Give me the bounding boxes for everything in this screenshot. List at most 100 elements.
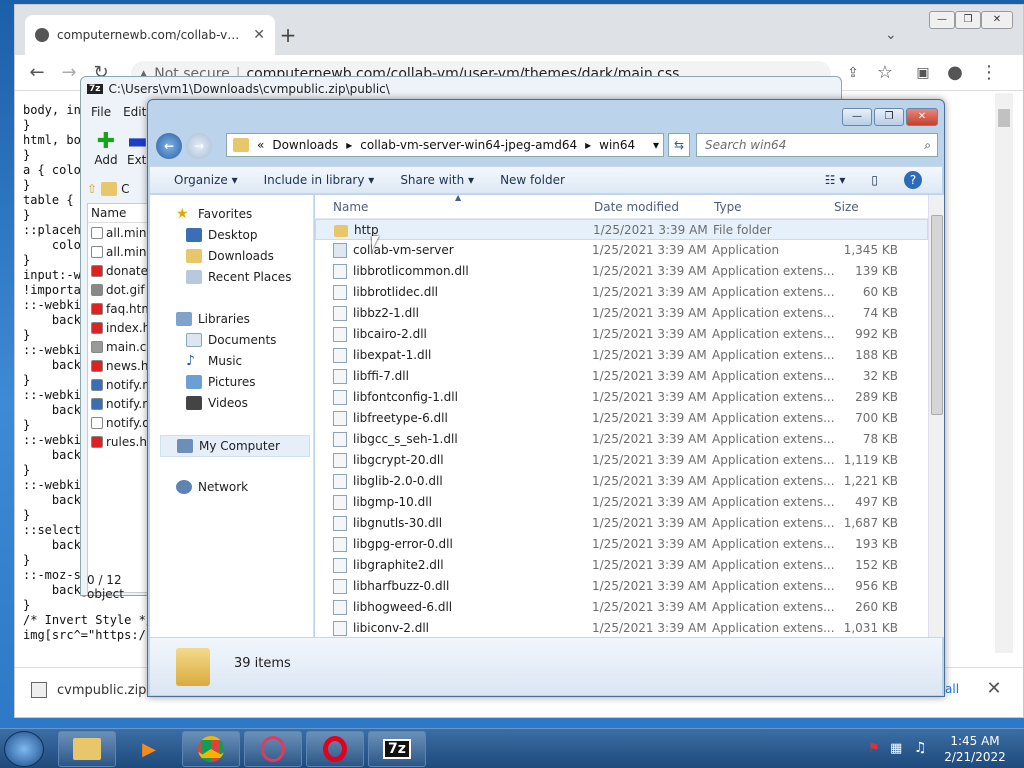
address-breadcrumb[interactable]: « Downloads ▸ collab-vm-server-win64-jpe… xyxy=(226,133,664,157)
nav-my-computer[interactable]: My Computer xyxy=(160,435,310,457)
column-header-type[interactable]: Type xyxy=(714,200,742,214)
nav-pictures[interactable]: Pictures xyxy=(186,375,256,389)
file-row[interactable]: http 1/25/2021 3:39 AM File folder xyxy=(315,219,928,240)
file-row[interactable]: libharfbuzz-0.dll 1/25/2021 3:39 AM Applic… xyxy=(315,576,928,597)
sevenzip-file-row[interactable]: all.min. xyxy=(88,223,156,242)
menu-kebab-icon[interactable]: ⋮ xyxy=(979,63,999,83)
nav-videos[interactable]: Videos xyxy=(186,396,248,410)
view-options-icon[interactable]: ☷ ▾ xyxy=(825,173,846,187)
column-header-name[interactable]: Name xyxy=(333,200,368,214)
back-arrow-icon[interactable]: ← xyxy=(27,63,47,83)
chrome-icon[interactable] xyxy=(182,731,240,767)
file-row[interactable]: libbrotlidec.dll 1/25/2021 3:39 AM Applica… xyxy=(315,282,928,303)
new-folder-button[interactable]: New folder xyxy=(500,173,565,187)
sevenzip-file-row[interactable]: rules.ht xyxy=(88,432,156,451)
file-row[interactable]: libgcrypt-20.dll 1/25/2021 3:39 AM Applica… xyxy=(315,450,928,471)
file-row[interactable]: libgraphite2.dll 1/25/2021 3:39 AM Applica… xyxy=(315,555,928,576)
nav-libraries[interactable]: Libraries xyxy=(176,312,250,326)
file-row[interactable]: libhogweed-6.dll 1/25/2021 3:39 AM Applica… xyxy=(315,597,928,618)
profile-avatar-icon[interactable]: ● xyxy=(945,63,965,83)
sevenzip-file-row[interactable]: notify.n xyxy=(88,375,156,394)
nav-network[interactable]: Network xyxy=(176,480,248,494)
new-tab-button[interactable]: + xyxy=(277,25,299,47)
share-icon[interactable]: ⇪ xyxy=(843,63,863,83)
sevenzip-file-row[interactable]: news.ht xyxy=(88,356,156,375)
show-all-link[interactable]: all xyxy=(945,682,973,696)
forward-arrow-icon[interactable]: → xyxy=(59,63,79,83)
breadcrumb-separator-icon[interactable]: ▸ xyxy=(346,138,352,152)
file-row[interactable]: libgpg-error-0.dll 1/25/2021 3:39 AM Appli… xyxy=(315,534,928,555)
file-row[interactable]: libiconv-2.dll 1/25/2021 3:39 AM Applicati… xyxy=(315,618,928,637)
column-header-size[interactable]: Size xyxy=(834,200,859,214)
nav-recent-places[interactable]: Recent Places xyxy=(186,270,291,284)
sevenzip-file-row[interactable]: index.ht xyxy=(88,318,156,337)
sevenzip-file-row[interactable]: faq.htm xyxy=(88,299,156,318)
side-panel-icon[interactable]: ▣ xyxy=(913,63,933,83)
refresh-button[interactable]: ⇆ xyxy=(668,133,690,157)
tab-close-icon[interactable]: ✕ xyxy=(253,27,265,43)
7zip-icon[interactable]: 7z xyxy=(368,731,426,767)
file-row[interactable]: libbrotlicommon.dll 1/25/2021 3:39 AM Appl… xyxy=(315,261,928,282)
chrome-minimize-button[interactable]: — xyxy=(929,11,955,29)
menu-file[interactable]: File xyxy=(91,105,111,125)
explorer-maximize-button[interactable]: ❐ xyxy=(874,108,904,126)
file-row[interactable]: libglib-2.0-0.dll 1/25/2021 3:39 AM Applic… xyxy=(315,471,928,492)
chrome-maximize-button[interactable]: ❐ xyxy=(955,11,981,29)
explorer-icon[interactable] xyxy=(58,731,116,767)
help-icon[interactable]: ? xyxy=(904,171,922,189)
column-header-date[interactable]: Date modified xyxy=(594,200,679,214)
bookmark-star-icon[interactable]: ☆ xyxy=(875,63,895,83)
scrollbar-thumb[interactable] xyxy=(931,215,943,415)
nav-documents[interactable]: Documents xyxy=(186,333,276,347)
scrollbar-thumb[interactable] xyxy=(998,109,1010,127)
page-scrollbar[interactable] xyxy=(995,93,1013,653)
volume-icon[interactable]: ♫ xyxy=(914,740,927,756)
share-with-menu[interactable]: Share with ▾ xyxy=(400,173,474,187)
action-center-flag-icon[interactable]: ⚑ xyxy=(868,741,880,756)
sevenzip-file-row[interactable]: dot.gif xyxy=(88,280,156,299)
forward-button[interactable]: → xyxy=(186,133,212,159)
breadcrumb-separator-icon[interactable]: ▸ xyxy=(585,138,591,152)
sevenzip-file-row[interactable]: notify.o xyxy=(88,413,156,432)
file-row[interactable]: libffi-7.dll 1/25/2021 3:39 AM Application… xyxy=(315,366,928,387)
file-row[interactable]: libfreetype-6.dll 1/25/2021 3:39 AM Applic… xyxy=(315,408,928,429)
clock[interactable]: 1:45 AM 2/21/2022 xyxy=(940,733,1010,765)
nav-downloads[interactable]: Downloads xyxy=(186,249,274,263)
add-button[interactable]: ✚ Add xyxy=(91,131,121,168)
opera-gx-icon[interactable] xyxy=(244,731,302,767)
sevenzip-file-row[interactable]: main.cs xyxy=(88,337,156,356)
opera-icon[interactable] xyxy=(306,731,364,767)
preview-pane-icon[interactable]: ▯ xyxy=(871,173,878,187)
up-folder-icon[interactable]: ⇧ xyxy=(87,182,97,196)
dropdown-arrow-icon[interactable]: ▾ xyxy=(653,138,663,152)
explorer-minimize-button[interactable]: — xyxy=(842,108,872,126)
chrome-close-button[interactable]: ✕ xyxy=(981,11,1013,29)
menu-edit[interactable]: Edit xyxy=(123,105,146,125)
file-row[interactable]: libexpat-1.dll 1/25/2021 3:39 AM Applicati… xyxy=(315,345,928,366)
breadcrumb-collab[interactable]: collab-vm-server-win64-jpeg-amd64 xyxy=(360,138,577,152)
media-player-icon[interactable]: ▶ xyxy=(120,731,178,767)
file-row[interactable]: libgcc_s_seh-1.dll 1/25/2021 3:39 AM Appli… xyxy=(315,429,928,450)
nav-music[interactable]: ♪ Music xyxy=(186,354,242,368)
search-input[interactable]: Search win64 ⌕ xyxy=(696,133,938,157)
network-tray-icon[interactable]: ▦ xyxy=(890,741,902,756)
file-row[interactable]: libbz2-1.dll 1/25/2021 3:39 AM Application… xyxy=(315,303,928,324)
include-in-library-menu[interactable]: Include in library ▾ xyxy=(264,173,375,187)
file-row[interactable]: libgnutls-30.dll 1/25/2021 3:39 AM Applica… xyxy=(315,513,928,534)
column-header-name[interactable]: Name xyxy=(88,204,156,223)
explorer-close-button[interactable]: ✕ xyxy=(906,108,938,126)
nav-desktop[interactable]: Desktop xyxy=(186,228,258,242)
file-row[interactable]: libgmp-10.dll 1/25/2021 3:39 AM Applicatio… xyxy=(315,492,928,513)
nav-favorites[interactable]: ★ Favorites xyxy=(176,207,252,221)
breadcrumb-win64[interactable]: win64 xyxy=(599,138,635,152)
close-icon[interactable]: ✕ xyxy=(983,678,1005,700)
back-button[interactable]: ← xyxy=(156,133,182,159)
breadcrumb-downloads[interactable]: Downloads xyxy=(272,138,338,152)
file-row[interactable]: collab-vm-server 1/25/2021 3:39 AM Applica… xyxy=(315,240,928,261)
sevenzip-file-row[interactable]: notify.n xyxy=(88,394,156,413)
start-button[interactable] xyxy=(4,731,44,767)
file-list-scrollbar[interactable] xyxy=(928,195,944,637)
file-row[interactable]: libfontconfig-1.dll 1/25/2021 3:39 AM Appl… xyxy=(315,387,928,408)
file-row[interactable]: libcairo-2.dll 1/25/2021 3:39 AM Applicati… xyxy=(315,324,928,345)
organize-menu[interactable]: Organize ▾ xyxy=(174,173,238,187)
